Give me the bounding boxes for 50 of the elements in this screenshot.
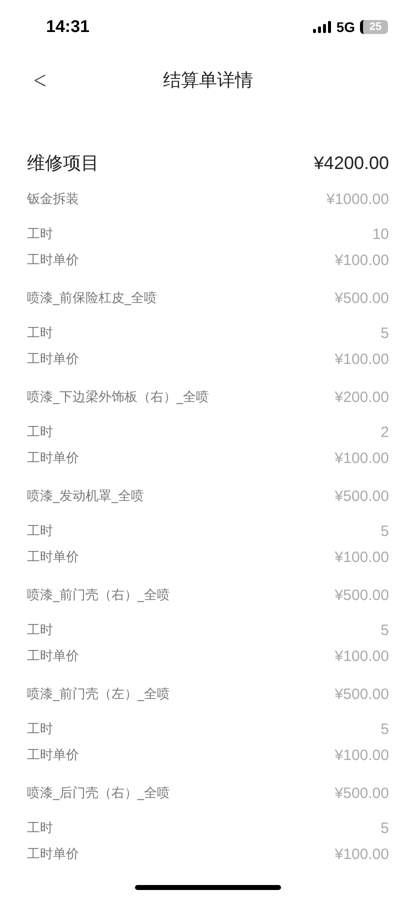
item-price: ¥500.00 (334, 290, 389, 306)
detail-value: ¥100.00 (334, 746, 389, 764)
item-price: ¥500.00 (334, 784, 389, 802)
item-name: 钣金拆装 (27, 191, 79, 208)
detail-label: 工时 (27, 325, 53, 342)
detail-value: 5 (380, 622, 389, 638)
signal-icon (313, 21, 332, 33)
page-title: 结算单详情 (163, 69, 253, 92)
detail-value: ¥100.00 (334, 548, 389, 566)
detail-label: 工时 (27, 622, 53, 639)
item-name: 喷漆_发动机罩_全喷 (27, 488, 144, 505)
detail-label: 工时单价 (27, 351, 79, 368)
section-total: ¥4200.00 (314, 152, 389, 174)
detail-label: 工时单价 (27, 252, 79, 269)
item-price: ¥500.00 (334, 488, 389, 504)
item-price: ¥500.00 (334, 686, 389, 702)
detail-value: 2 (380, 424, 389, 440)
detail-value: 5 (380, 522, 389, 540)
detail-value: 5 (380, 324, 389, 342)
item-price: ¥500.00 (334, 586, 389, 604)
detail-label: 工时单价 (27, 846, 79, 863)
section-title: 维修项目 (27, 152, 99, 175)
detail-value: 10 (372, 226, 389, 242)
detail-label: 工时 (27, 226, 53, 243)
status-time: 14:31 (46, 17, 90, 37)
detail-value: ¥100.00 (334, 350, 389, 368)
back-button[interactable]: < (33, 66, 48, 94)
detail-label: 工时单价 (27, 648, 79, 665)
detail-label: 工时 (27, 424, 53, 441)
detail-label: 工时 (27, 721, 53, 738)
detail-label: 工时单价 (27, 747, 79, 764)
detail-value: ¥100.00 (334, 450, 389, 466)
item-name: 喷漆_前门壳（右）_全喷 (27, 587, 170, 604)
network-label: 5G (336, 19, 355, 35)
item-price: ¥200.00 (334, 388, 389, 406)
detail-value: 5 (380, 720, 389, 738)
detail-label: 工时 (27, 820, 53, 837)
detail-label: 工时 (27, 523, 53, 540)
detail-value: ¥100.00 (334, 648, 389, 664)
item-price: ¥1000.00 (326, 190, 389, 208)
detail-value: 5 (380, 820, 389, 836)
battery-level: 25 (360, 20, 388, 34)
detail-value: ¥100.00 (334, 252, 389, 268)
item-name: 喷漆_前保险杠皮_全喷 (27, 290, 157, 307)
item-name: 喷漆_后门壳（右）_全喷 (27, 785, 170, 802)
detail-label: 工时单价 (27, 549, 79, 566)
item-name: 喷漆_前门壳（左）_全喷 (27, 686, 170, 703)
detail-label: 工时单价 (27, 450, 79, 467)
detail-value: ¥100.00 (334, 846, 389, 862)
item-name: 喷漆_下边梁外饰板（右）_全喷 (27, 389, 209, 406)
